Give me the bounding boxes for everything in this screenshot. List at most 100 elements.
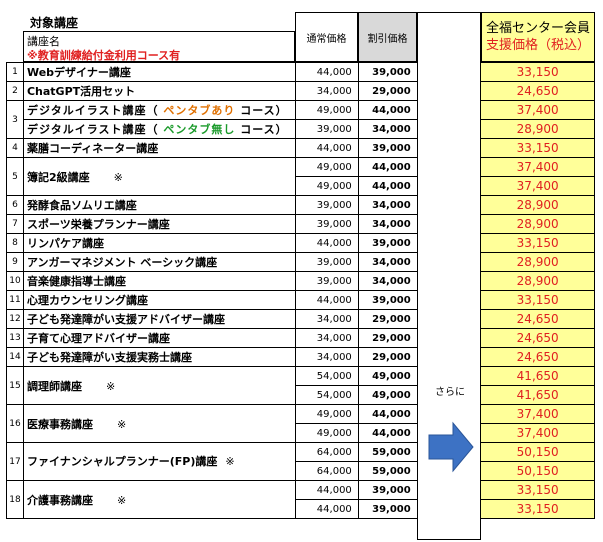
discount-price: 44,000 — [357, 157, 418, 177]
normal-price: 34,000 — [294, 309, 359, 329]
table-row: 8 リンパケア講座 44,000 39,000 33,150 — [6, 233, 595, 253]
normal-price: 39,000 — [294, 214, 359, 234]
discount-price: 29,000 — [357, 347, 418, 367]
table-row: 10 音楽健康指導士講座 39,000 34,000 28,900 — [6, 271, 595, 291]
row-number: 8 — [6, 233, 24, 253]
discount-price: 59,000 — [357, 442, 418, 462]
row-number: 11 — [6, 290, 24, 310]
arrow-right-icon — [428, 421, 474, 473]
row-number: 13 — [6, 328, 24, 348]
member-price: 37,400 — [480, 100, 595, 120]
member-price: 24,650 — [480, 309, 595, 329]
discount-price: 44,000 — [357, 176, 418, 196]
discount-price: 34,000 — [357, 119, 418, 139]
discount-price: 49,000 — [357, 366, 418, 386]
member-price: 28,900 — [480, 271, 595, 291]
normal-price: 64,000 — [294, 442, 359, 462]
normal-price: 49,000 — [294, 404, 359, 424]
discount-price: 34,000 — [357, 214, 418, 234]
discount-price: 29,000 — [357, 309, 418, 329]
member-price: 50,150 — [480, 442, 595, 462]
table-row: デジタルイラスト講座（ ペンタブ無し コース） 39,000 34,000 28… — [7, 119, 595, 139]
table-row: 7 スポーツ栄養プランナー講座 39,000 34,000 28,900 — [6, 214, 595, 234]
course-name: Webデザイナー講座 — [22, 62, 296, 82]
member-price: 33,150 — [480, 138, 595, 158]
member-price: 37,400 — [480, 176, 595, 196]
normal-price: 44,000 — [294, 62, 359, 82]
member-price: 24,650 — [480, 328, 595, 348]
member-price: 33,150 — [480, 62, 595, 82]
course-name: デジタルイラスト講座（ ペンタブ無し コース） — [22, 119, 296, 139]
normal-price: 39,000 — [294, 119, 359, 139]
discount-price: 44,000 — [357, 404, 418, 424]
normal-price: 54,000 — [294, 385, 359, 405]
discount-price: 29,000 — [357, 328, 418, 348]
course-name: 子育て心理アドバイザー講座 — [22, 328, 296, 348]
normal-price: 34,000 — [294, 81, 359, 101]
course-name: アンガーマネジメント ベーシック講座 — [22, 252, 296, 272]
course-name: 医療事務講座 ※ — [22, 404, 296, 443]
member-price-header-line1: 全福センター会員 — [485, 21, 590, 36]
row-number: 2 — [6, 81, 24, 101]
member-price: 28,900 — [480, 214, 595, 234]
subsidy-note: ※教育訓練給付金利用コース有 — [27, 49, 181, 62]
discount-price: 39,000 — [357, 62, 418, 82]
member-price: 37,400 — [480, 404, 595, 424]
row-number: 1 — [6, 62, 24, 82]
normal-price: 49,000 — [294, 100, 359, 120]
normal-price: 44,000 — [294, 499, 359, 519]
member-price: 33,150 — [480, 233, 595, 253]
discount-price: 39,000 — [357, 290, 418, 310]
table-row: 14 子ども発達障がい支援実務士講座 34,000 29,000 24,650 — [6, 347, 595, 367]
course-name: スポーツ栄養プランナー講座 — [22, 214, 296, 234]
member-price: 28,900 — [480, 119, 595, 139]
normal-price: 39,000 — [294, 195, 359, 215]
normal-price-header: 通常価格 — [295, 12, 358, 62]
table-row: 9 アンガーマネジメント ベーシック講座 39,000 34,000 28,90… — [6, 252, 595, 272]
row-number: 4 — [6, 138, 24, 158]
row-number: 10 — [6, 271, 24, 291]
member-price-header: 全福センター会員 支援価格（税込） — [481, 12, 595, 62]
member-price: 33,150 — [480, 290, 595, 310]
normal-price: 64,000 — [294, 461, 359, 481]
normal-price: 39,000 — [294, 252, 359, 272]
table-row: 16 医療事務講座 ※ 49,000 44,000 37,400 — [6, 404, 595, 443]
member-price: 24,650 — [480, 81, 595, 101]
course-name: ファイナンシャルプランナー(FP)講座 ※ — [22, 442, 296, 481]
row-number: 9 — [6, 252, 24, 272]
discount-price: 44,000 — [357, 100, 418, 120]
table-row: 17 ファイナンシャルプランナー(FP)講座 ※ 64,000 59,000 50… — [6, 442, 595, 481]
member-price: 28,900 — [480, 195, 595, 215]
course-name: 薬膳コーディネーター講座 — [22, 138, 296, 158]
course-name: 調理師講座 ※ — [22, 366, 296, 405]
table-row: 15 調理師講座 ※ 54,000 49,000 41,650 — [6, 366, 595, 405]
member-price: 41,650 — [480, 366, 595, 386]
discount-price: 34,000 — [357, 252, 418, 272]
normal-price: 34,000 — [294, 347, 359, 367]
course-name: ChatGPT活用セット — [22, 81, 296, 101]
table-row: 6 発酵食品ソムリエ講座 39,000 34,000 28,900 — [6, 195, 595, 215]
course-name: 発酵食品ソムリエ講座 — [22, 195, 296, 215]
row-number: 5 — [6, 157, 24, 196]
member-price: 37,400 — [480, 157, 595, 177]
discount-price: 39,000 — [357, 138, 418, 158]
course-name: 心理カウンセリング講座 — [22, 290, 296, 310]
table-title: 対象講座 — [30, 16, 79, 30]
discount-price: 39,000 — [357, 233, 418, 253]
member-price: 33,150 — [480, 499, 595, 519]
price-table: 1 Webデザイナー講座 44,000 39,000 33,150 2 Chat… — [6, 62, 595, 519]
discount-price: 34,000 — [357, 271, 418, 291]
row-number: 6 — [6, 195, 24, 215]
discount-price: 44,000 — [357, 423, 418, 443]
normal-price: 49,000 — [294, 157, 359, 177]
normal-price: 44,000 — [294, 480, 359, 500]
course-header: 講座名 ※教育訓練給付金利用コース有 — [23, 31, 295, 62]
row-number: 18 — [6, 480, 24, 519]
table-row: 11 心理カウンセリング講座 44,000 39,000 33,150 — [6, 290, 595, 310]
table-row: 12 子ども発達障がい支援アドバイザー講座 34,000 29,000 24,6… — [6, 309, 595, 329]
table-row: 18 介護事務講座 ※ 44,000 39,000 33,150 — [6, 480, 595, 519]
row-number: 15 — [6, 366, 24, 405]
course-name: 音楽健康指導士講座 — [22, 271, 296, 291]
table-row: 13 子育て心理アドバイザー講座 34,000 29,000 24,650 — [6, 328, 595, 348]
course-name: 介護事務講座 ※ — [22, 480, 296, 519]
